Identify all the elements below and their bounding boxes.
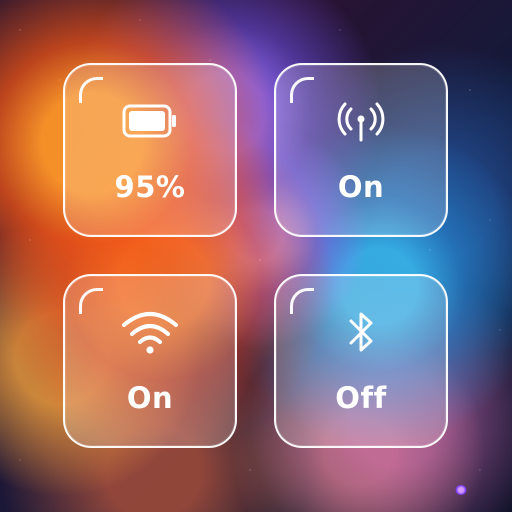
battery-tile[interactable]: 95% <box>63 63 237 237</box>
bluetooth-status: Off <box>335 381 387 415</box>
battery-icon <box>118 94 182 148</box>
cellular-status: On <box>337 170 385 204</box>
control-grid: 95% On On Off <box>0 0 512 512</box>
bluetooth-tile[interactable]: Off <box>274 274 448 448</box>
wifi-icon <box>118 305 182 359</box>
corner-accent <box>290 77 314 103</box>
corner-accent <box>79 288 103 314</box>
corner-accent <box>290 288 314 314</box>
wifi-status: On <box>126 381 174 415</box>
bluetooth-icon <box>329 305 393 359</box>
cellular-tile[interactable]: On <box>274 63 448 237</box>
battery-value: 95% <box>114 170 186 204</box>
corner-accent <box>79 77 103 103</box>
wifi-tile[interactable]: On <box>63 274 237 448</box>
cellular-antenna-icon <box>329 94 393 148</box>
